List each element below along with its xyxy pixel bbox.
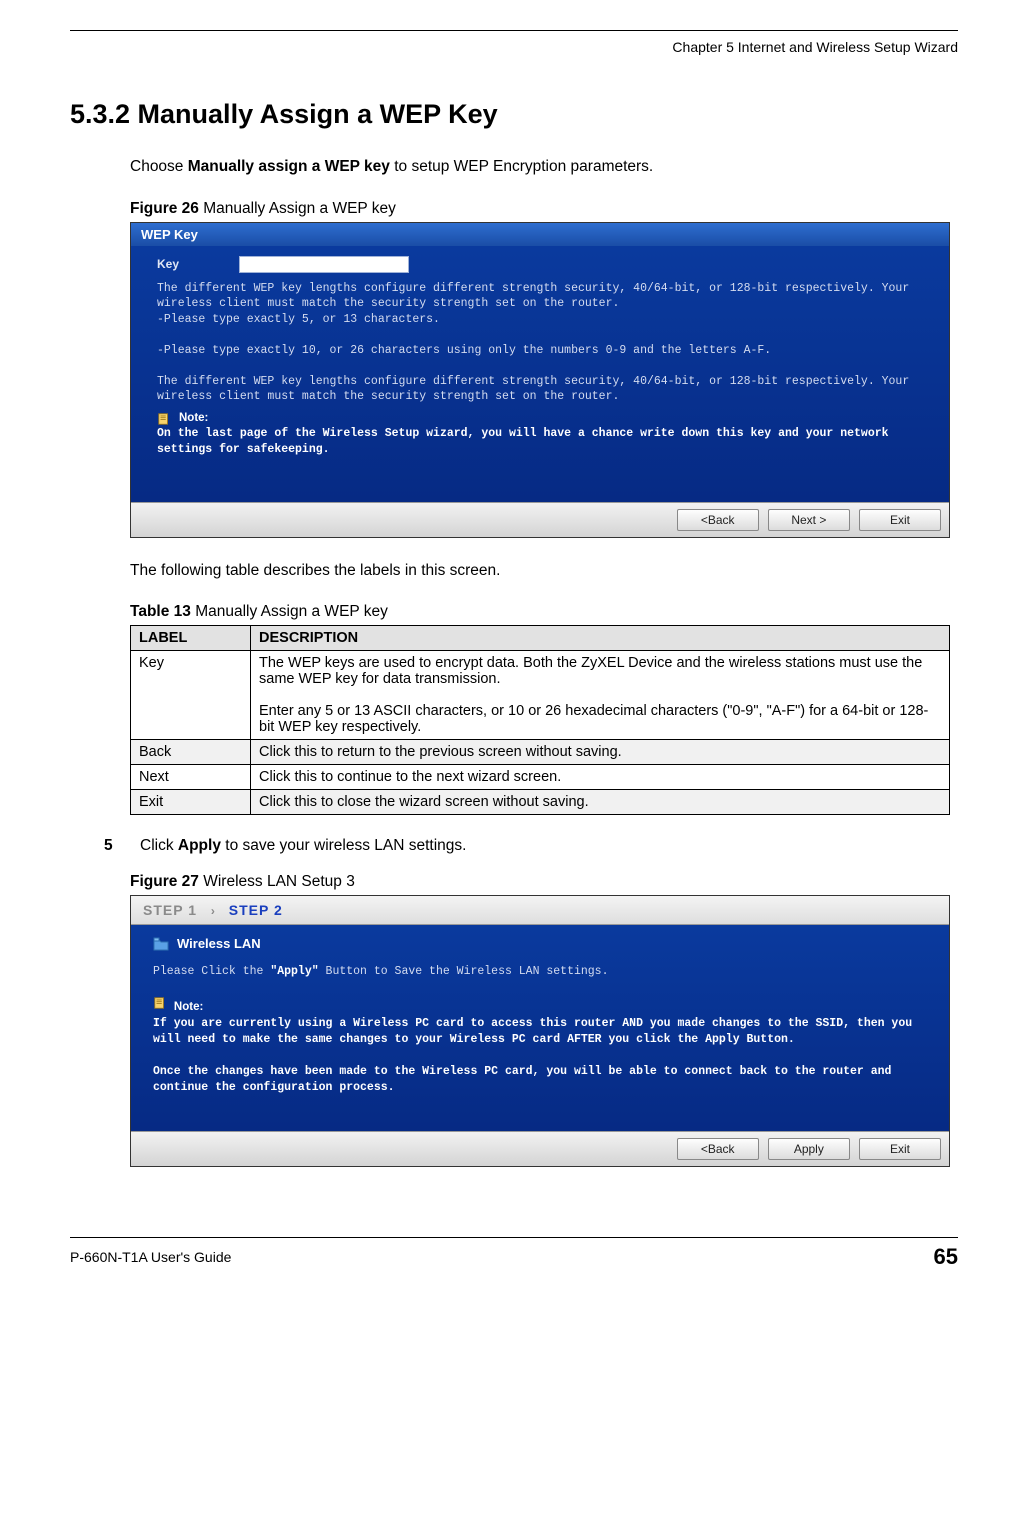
cell-desc: Click this to close the wizard screen wi…	[251, 790, 950, 815]
page-number: 65	[934, 1244, 958, 1270]
figure26-label-rest: Manually Assign a WEP key	[199, 200, 396, 217]
key-input[interactable]	[239, 256, 409, 273]
cell-desc: The WEP keys are used to encrypt data. B…	[251, 651, 950, 740]
key-label: Key	[157, 256, 179, 272]
step2-label: STEP 2	[229, 902, 283, 918]
fig27-note-text1: If you are currently using a Wireless PC…	[153, 1016, 927, 1048]
fig27-note-text2: Once the changes have been made to the W…	[153, 1064, 927, 1096]
step-text: Click Apply to save your wireless LAN se…	[140, 837, 466, 855]
figure27-box: STEP 1 › STEP 2 Wireless LAN Please Clic…	[130, 895, 950, 1167]
note-icon	[153, 996, 167, 1010]
step1-label: STEP 1	[143, 902, 197, 918]
chapter-header: Chapter 5 Internet and Wireless Setup Wi…	[70, 30, 958, 55]
figure26-label: Figure 26 Manually Assign a WEP key	[130, 200, 950, 218]
fig26-line3: -Please type exactly 10, or 26 character…	[157, 343, 923, 359]
figure27-label-bold: Figure 27	[130, 873, 199, 890]
folder-icon	[153, 937, 169, 951]
th-description: DESCRIPTION	[251, 626, 950, 651]
page-footer: P-660N-T1A User's Guide 65	[70, 1237, 958, 1270]
next-button[interactable]: Next >	[768, 509, 850, 531]
table-intro: The following table describes the labels…	[130, 560, 950, 582]
back-button[interactable]: <Back	[677, 1138, 759, 1160]
table13: LABEL DESCRIPTION Key The WEP keys are u…	[130, 625, 950, 815]
step-post: to save your wireless LAN settings.	[221, 837, 467, 854]
figure27-label-rest: Wireless LAN Setup 3	[199, 873, 355, 890]
fig26-note-text: On the last page of the Wireless Setup w…	[157, 426, 923, 457]
table-row: Back Click this to return to the previou…	[131, 740, 950, 765]
note-icon	[157, 412, 171, 426]
wep-key-titlebar: WEP Key	[131, 223, 949, 246]
section-heading: 5.3.2 Manually Assign a WEP Key	[70, 99, 958, 130]
step-number: 5	[104, 837, 126, 855]
cell-desc-p2: Enter any 5 or 13 ASCII characters, or 1…	[259, 703, 928, 735]
wizard-step-header: STEP 1 › STEP 2	[131, 896, 949, 925]
table13-label-rest: Manually Assign a WEP key	[191, 603, 388, 620]
fig27-line1: Please Click the "Apply" Button to Save …	[153, 964, 927, 980]
figure26-label-bold: Figure 26	[130, 200, 199, 217]
fig27-note-label: Note:	[174, 1001, 203, 1013]
intro-prefix: Choose	[130, 158, 188, 175]
fig26-line2: -Please type exactly 5, or 13 characters…	[157, 312, 923, 328]
step-pre: Click	[140, 837, 178, 854]
fig27-line1a: Please Click the	[153, 965, 270, 978]
figure26-body: Key The different WEP key lengths config…	[131, 246, 949, 502]
fig27-line1b: "Apply"	[270, 965, 318, 978]
figure27-body: Wireless LAN Please Click the "Apply" Bu…	[131, 925, 949, 1131]
back-button[interactable]: <Back	[677, 509, 759, 531]
chapter-title: Chapter 5 Internet and Wireless Setup Wi…	[672, 39, 958, 55]
cell-label: Next	[131, 765, 251, 790]
cell-desc: Click this to continue to the next wizar…	[251, 765, 950, 790]
figure27-button-bar: <Back Apply Exit	[131, 1131, 949, 1166]
figure26-box: WEP Key Key The different WEP key length…	[130, 222, 950, 538]
table-header-row: LABEL DESCRIPTION	[131, 626, 950, 651]
fig27-line1c: Button to Save the Wireless LAN settings…	[319, 965, 609, 978]
fig26-note-label: Note:	[179, 411, 208, 427]
exit-button[interactable]: Exit	[859, 1138, 941, 1160]
table-row: Key The WEP keys are used to encrypt dat…	[131, 651, 950, 740]
chevron-right-icon: ›	[211, 904, 215, 918]
intro-paragraph: Choose Manually assign a WEP key to setu…	[130, 156, 950, 178]
fig26-line1: The different WEP key lengths configure …	[157, 281, 923, 312]
figure27-label: Figure 27 Wireless LAN Setup 3	[130, 873, 950, 891]
cell-label: Key	[131, 651, 251, 740]
fig26-line4: The different WEP key lengths configure …	[157, 374, 923, 405]
table-row: Next Click this to continue to the next …	[131, 765, 950, 790]
th-label: LABEL	[131, 626, 251, 651]
intro-suffix: to setup WEP Encryption parameters.	[390, 158, 653, 175]
wlan-title: Wireless LAN	[177, 935, 261, 953]
cell-label: Back	[131, 740, 251, 765]
table13-label-bold: Table 13	[130, 603, 191, 620]
intro-bold: Manually assign a WEP key	[188, 158, 390, 175]
cell-label: Exit	[131, 790, 251, 815]
figure26-button-bar: <Back Next > Exit	[131, 502, 949, 537]
step-bold: Apply	[178, 837, 221, 854]
cell-desc-p1: The WEP keys are used to encrypt data. B…	[259, 655, 922, 687]
table-row: Exit Click this to close the wizard scre…	[131, 790, 950, 815]
apply-button[interactable]: Apply	[768, 1138, 850, 1160]
cell-desc: Click this to return to the previous scr…	[251, 740, 950, 765]
step-5: 5 Click Apply to save your wireless LAN …	[104, 837, 958, 855]
table13-label: Table 13 Manually Assign a WEP key	[130, 603, 950, 621]
exit-button[interactable]: Exit	[859, 509, 941, 531]
guide-title: P-660N-T1A User's Guide	[70, 1249, 231, 1265]
